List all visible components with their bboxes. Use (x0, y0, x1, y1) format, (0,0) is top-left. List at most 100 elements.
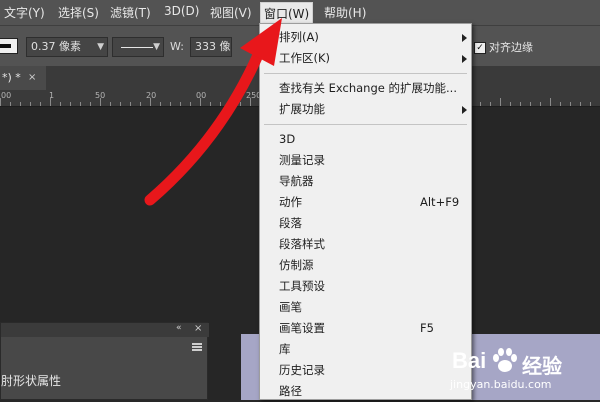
menu-item-label: 段落样式 (279, 237, 325, 251)
ruler-tick (120, 102, 121, 106)
ruler-tick (570, 102, 571, 106)
collapse-icon[interactable]: « (176, 323, 181, 333)
ruler-tick (60, 102, 61, 106)
panel-menu-icon[interactable] (192, 343, 202, 351)
menu-item-label: 工作区(K) (279, 51, 331, 65)
window-menu-item[interactable]: 测量记录 (260, 150, 471, 171)
menu-separator (264, 73, 467, 74)
menu-3d[interactable]: 3D(D) (164, 4, 199, 18)
ruler-label: 00 (1, 91, 12, 100)
ruler-tick (30, 102, 31, 106)
ruler-tick (160, 102, 161, 106)
menu-select[interactable]: 选择(S) (58, 4, 99, 21)
menu-type[interactable]: 文字(Y) (4, 4, 45, 21)
ruler-tick (40, 102, 41, 106)
window-menu-item[interactable]: 段落样式 (260, 234, 471, 255)
submenu-arrow-icon (462, 55, 467, 63)
ruler-tick (560, 102, 561, 106)
menu-item-label: 测量记录 (279, 153, 325, 167)
window-menu-item[interactable]: 画笔设置 F5 (260, 318, 471, 339)
ruler-tick (0, 98, 1, 106)
stroke-color-swatch[interactable] (0, 38, 18, 54)
baidu-watermark: Bai 经验 jingyan.baidu.com (440, 342, 600, 400)
submenu-arrow-icon (462, 106, 467, 114)
ruler-tick (150, 98, 151, 106)
ruler-tick (180, 102, 181, 106)
ruler-tick (20, 102, 21, 106)
watermark-left: Bai (452, 348, 487, 373)
menu-view[interactable]: 视图(V) (210, 4, 252, 21)
menu-separator (264, 124, 467, 125)
width-label: W: (170, 40, 184, 53)
ruler-label: 00 (196, 91, 207, 100)
watermark-right: 经验 (522, 354, 562, 378)
ruler-tick (250, 98, 251, 106)
ruler-tick (520, 102, 521, 106)
ruler-tick (500, 98, 501, 106)
ruler-tick (10, 102, 11, 106)
menu-item-label: 排列(A) (279, 30, 319, 44)
ruler-tick (90, 102, 91, 106)
ruler-tick (130, 102, 131, 106)
align-edges-checkbox[interactable]: ✓ (474, 42, 486, 54)
window-menu-item[interactable]: 段落 (260, 213, 471, 234)
window-menu-item[interactable]: 仿制源 (260, 255, 471, 276)
window-menu-item[interactable]: 工具预设 (260, 276, 471, 297)
line-style-preview (121, 47, 153, 48)
menu-item-label: 动作 (279, 195, 302, 209)
close-icon[interactable]: × (194, 323, 202, 334)
stroke-type-dropdown[interactable]: ▼ (112, 37, 164, 57)
submenu-arrow-icon (462, 34, 467, 42)
stroke-width-field[interactable]: 0.37 像素 ▼ (26, 37, 108, 57)
properties-panel: « × 肘形状属性 (0, 322, 209, 400)
menu-item-label: 工具预设 (279, 279, 325, 293)
ruler-tick (580, 102, 581, 106)
chevron-down-icon[interactable]: ▼ (97, 38, 104, 56)
window-menu-item[interactable]: 扩展功能 (260, 99, 471, 120)
menu-bar: 文字(Y) 选择(S) 滤镜(T) 3D(D) 视图(V) 窗口(W) 帮助(H… (0, 0, 600, 25)
window-menu-item[interactable]: 工作区(K) (260, 48, 471, 69)
ruler-tick (530, 102, 531, 106)
width-value: 333 像 (195, 40, 231, 53)
ruler-tick (550, 98, 551, 106)
menu-item-shortcut: F5 (420, 321, 434, 335)
menu-filter[interactable]: 滤镜(T) (110, 4, 151, 21)
ruler-tick (540, 102, 541, 106)
ruler-tick (220, 102, 221, 106)
menu-item-label: 查找有关 Exchange 的扩展功能... (279, 81, 457, 95)
ruler-tick (210, 102, 211, 106)
stroke-width-value: 0.37 像素 (31, 40, 81, 53)
ruler-tick (480, 102, 481, 106)
ruler-tick (110, 102, 111, 106)
menu-item-label: 扩展功能 (279, 102, 325, 116)
watermark-url: jingyan.baidu.com (450, 378, 552, 391)
window-menu-item[interactable]: 3D (260, 129, 471, 150)
menu-item-label: 路径 (279, 384, 302, 398)
panel-title: 肘形状属性 (1, 374, 62, 388)
ruler-tick (490, 102, 491, 106)
align-edges-label: 对齐边缘 (489, 41, 533, 54)
window-menu-item[interactable]: 导航器 (260, 171, 471, 192)
window-menu-item[interactable]: 排列(A) (260, 27, 471, 48)
window-menu-item[interactable]: 动作 Alt+F9 (260, 192, 471, 213)
menu-window[interactable]: 窗口(W) (260, 2, 314, 25)
ruler-tick (190, 102, 191, 106)
ruler-tick (510, 102, 511, 106)
ruler-tick (590, 102, 591, 106)
menu-help[interactable]: 帮助(H) (324, 4, 366, 21)
window-menu-item[interactable]: 画笔 (260, 297, 471, 318)
document-tab[interactable]: *) * × (0, 66, 46, 90)
close-icon[interactable]: × (28, 66, 36, 90)
document-tab-title: *) * (2, 71, 21, 84)
ruler-tick (200, 98, 201, 106)
ruler-tick (100, 98, 101, 106)
window-menu-item[interactable]: 查找有关 Exchange 的扩展功能... (260, 78, 471, 99)
menu-item-label: 画笔设置 (279, 321, 325, 335)
ruler-tick (140, 102, 141, 106)
chevron-down-icon[interactable]: ▼ (153, 38, 160, 56)
width-field[interactable]: 333 像 (190, 37, 232, 57)
panel-header[interactable]: « × (1, 323, 209, 337)
paw-icon (493, 348, 517, 372)
menu-item-label: 画笔 (279, 300, 302, 314)
ruler-tick (170, 102, 171, 106)
